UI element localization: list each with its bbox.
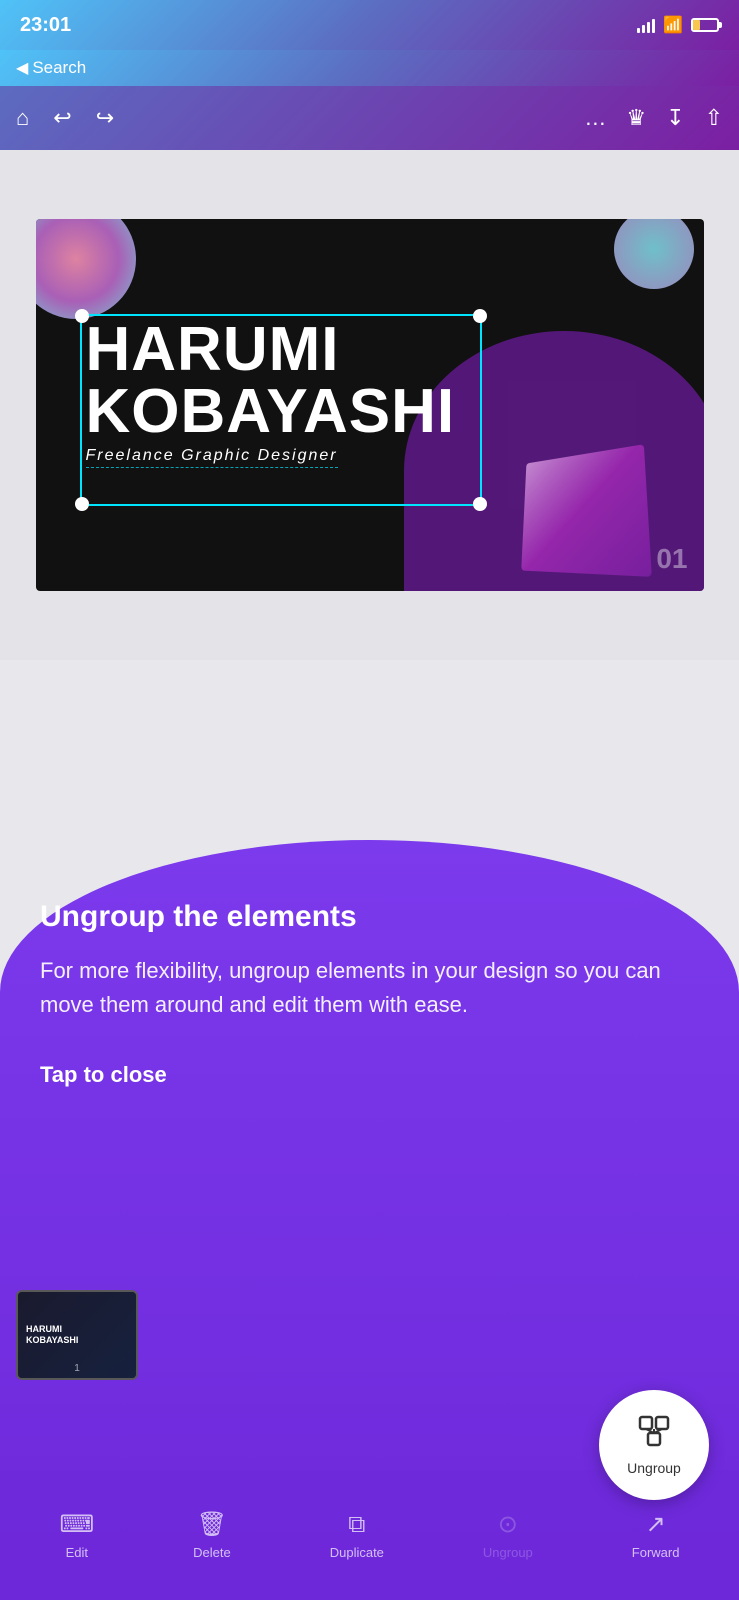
duplicate-icon: ⧉ [348,1511,365,1539]
card-3d-block [521,444,652,577]
handle-bottom-right[interactable] [473,497,487,511]
edit-icon: ⌨ [60,1510,95,1539]
thumbnail-page-number: 1 [74,1363,80,1374]
edit-label: Edit [66,1545,88,1560]
bottom-tool-forward[interactable]: ↗ Forward [632,1510,680,1560]
card-page-number: 01 [656,543,687,575]
delete-icon: 🗑 [197,1510,227,1539]
nav-bar: ◀ Search [0,50,739,86]
share-button[interactable]: ⇧ [705,105,723,131]
delete-label: Delete [193,1545,231,1560]
ungroup-icon: ⊙ [498,1510,518,1539]
wifi-icon: 📶 [663,15,683,35]
toolbar-left: ⌂ ↩ ↪ [16,105,114,131]
status-bar: 23:01 📶 [0,0,739,50]
signal-icon [637,17,655,33]
back-button[interactable]: ◀ Search [16,58,86,78]
redo-button[interactable]: ↪ [96,105,114,131]
thumbnail-strip: HARUMIKOBAYASHI 1 [16,1290,138,1380]
ungroup-label: Ungroup [483,1545,533,1560]
bottom-tool-ungroup[interactable]: ⊙ Ungroup [483,1510,533,1560]
card-circle-left [36,219,136,319]
tooltip-description: For more flexibility, ungroup elements i… [40,954,699,1022]
more-button[interactable]: … [584,105,606,131]
status-time: 23:01 [20,14,71,37]
handle-top-right[interactable] [473,309,487,323]
canvas-area[interactable]: HARUMI KOBAYASHI Freelance Graphic Desig… [0,150,739,660]
home-button[interactable]: ⌂ [16,105,29,131]
page-thumbnail[interactable]: HARUMIKOBAYASHI 1 [16,1290,138,1380]
toolbar-right: … ♛ ↧ ⇧ [584,105,723,131]
tooltip-title: Ungroup the elements [40,900,699,934]
bottom-tool-edit[interactable]: ⌨ Edit [60,1510,95,1560]
back-arrow-icon: ◀ [16,58,28,78]
status-icons: 📶 [637,15,719,35]
battery-icon [691,18,719,32]
download-button[interactable]: ↧ [666,105,684,131]
undo-button[interactable]: ↩ [53,105,71,131]
crown-icon[interactable]: ♛ [626,105,646,131]
forward-label: Forward [632,1545,680,1560]
card-circle-right [614,219,694,289]
handle-top-left[interactable] [75,309,89,323]
forward-icon: ↗ [646,1510,666,1539]
handle-bottom-left[interactable] [75,497,89,511]
ungroup-fab-button[interactable]: Ungroup [599,1390,709,1500]
bottom-tool-delete[interactable]: 🗑 Delete [193,1510,231,1560]
design-card[interactable]: HARUMI KOBAYASHI Freelance Graphic Desig… [36,219,704,591]
tooltip-tap-label[interactable]: Tap to close [40,1062,699,1088]
ungroup-fab-icon [638,1415,670,1454]
ungroup-fab-label: Ungroup [627,1460,681,1476]
bottom-tool-duplicate[interactable]: ⧉ Duplicate [330,1511,384,1560]
duplicate-label: Duplicate [330,1545,384,1560]
main-toolbar: ⌂ ↩ ↪ … ♛ ↧ ⇧ [0,86,739,150]
back-label: Search [32,58,86,78]
selection-box [80,314,482,506]
